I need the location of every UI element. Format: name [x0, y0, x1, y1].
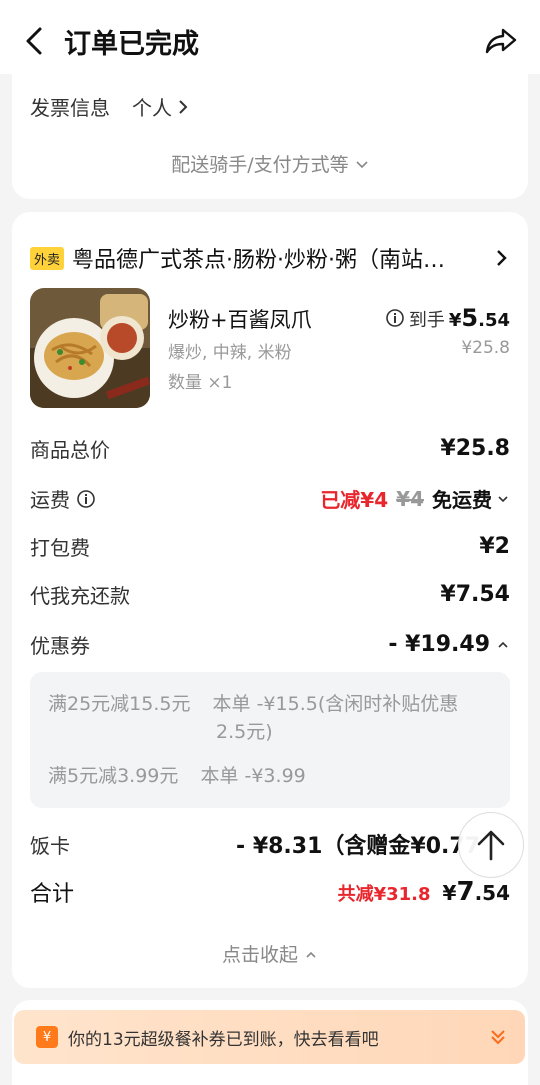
sum-symbol: ¥: [442, 881, 457, 905]
chevron-right-icon: [179, 99, 188, 114]
delivery-discount: 已减¥4: [320, 488, 389, 512]
invoice-card: 发票信息 个人 配送骑手/支付方式等: [12, 60, 528, 199]
sum-decimal: .54: [474, 881, 510, 905]
row-meal-card: 饭卡 - ¥8.31（含赠金¥0.77: [30, 828, 510, 860]
arrow-up-icon: [477, 830, 505, 861]
row-delivery: 运费 已减¥4 ¥4 免运费: [30, 484, 510, 513]
packing-label: 打包费: [30, 536, 90, 560]
price-decimal: .54: [478, 310, 510, 331]
store-name: 粤品德广式茶点·肠粉·炒粉·粥（南站…: [72, 248, 445, 273]
sum-value-group: 共减¥31.8 ¥ 7 .54: [338, 877, 510, 907]
item-quantity: 数量 ×1: [168, 373, 233, 393]
sum-saved: 共减¥31.8: [337, 884, 431, 905]
more-info-label: 配送骑手/支付方式等: [171, 154, 349, 176]
meal-card-value: - ¥8.31（含赠金¥0.77: [236, 834, 480, 859]
row-repay: 代我充还款 ¥7.54: [30, 580, 510, 609]
packing-value: ¥2: [479, 534, 510, 559]
coupon-detail: 本单 -¥3.99: [200, 765, 306, 787]
share-icon[interactable]: [484, 24, 518, 58]
coupon-detail: 本单 -¥15.5(含闲时补贴优惠: [212, 693, 459, 715]
row-packing: 打包费 ¥2: [30, 532, 510, 561]
coupon-name: 满25元减15.5元: [48, 693, 191, 715]
coupon-value-group: - ¥19.49: [388, 632, 510, 657]
total-value: ¥25.8: [440, 436, 510, 461]
coupon-detail-cont: 2.5元): [216, 721, 273, 743]
banner-text: 你的13元超级餐补券已到账，快去看看吧: [68, 1029, 379, 1050]
scroll-to-top-button[interactable]: [458, 812, 524, 878]
info-icon[interactable]: [385, 308, 405, 328]
coupon-line-2: 满5元减3.99元 本单 -¥3.99: [48, 762, 306, 790]
item-name: 炒粉+百酱凤爪: [168, 308, 312, 332]
chevron-right-icon: [497, 250, 507, 266]
item-original-price: ¥25.8: [461, 338, 510, 358]
coupon-line-1: 满25元减15.5元 本单 -¥15.5(含闲时补贴优惠: [48, 690, 458, 718]
delivery-free: 免运费: [432, 488, 492, 512]
info-icon[interactable]: [76, 489, 96, 509]
coupon-value: - ¥19.49: [388, 632, 490, 657]
invoice-label: 发票信息: [30, 96, 110, 120]
invoice-value-text: 个人: [132, 96, 172, 120]
repay-value: ¥7.54: [440, 582, 510, 607]
chevron-up-icon: [306, 951, 316, 958]
row-coupon[interactable]: 优惠券 - ¥19.49: [30, 630, 510, 659]
collapse-toggle[interactable]: 点击收起: [12, 940, 528, 967]
sum-label: 合计: [30, 882, 75, 907]
coupon-detail-box: 满25元减15.5元 本单 -¥15.5(含闲时补贴优惠 2.5元) 满5元减3…: [30, 672, 510, 808]
price-symbol: ¥: [448, 310, 462, 331]
meal-card-label: 饭卡: [30, 833, 70, 858]
meal-subsidy-banner[interactable]: ¥ 你的13元超级餐补券已到账，快去看看吧: [14, 1010, 525, 1064]
takeout-tag: 外卖: [30, 246, 65, 270]
row-total: 商品总价 ¥25.8: [30, 434, 510, 463]
row-sum: 合计 共减¥31.8 ¥ 7 .54: [30, 876, 510, 908]
store-link[interactable]: 外卖 粤品德广式茶点·肠粉·炒粉·粥（南站…: [30, 242, 510, 274]
delivery-value[interactable]: 已减¥4 ¥4 免运费: [320, 484, 510, 513]
price-integer: 5: [461, 304, 479, 332]
delivery-label: 运费: [30, 488, 70, 512]
repay-label: 代我充还款: [30, 584, 130, 608]
delivery-label-group: 运费: [30, 484, 96, 513]
order-card: 外卖 粤品德广式茶点·肠粉·炒粉·粥（南站… 炒粉+百酱凤爪 爆炒, 中辣, 米…: [12, 212, 528, 988]
price-prefix: 到手: [408, 310, 445, 331]
coupon-icon: ¥: [36, 1026, 58, 1048]
invoice-value[interactable]: 个人: [132, 92, 190, 121]
chevron-down-icon: [498, 495, 508, 502]
collapse-label: 点击收起: [221, 944, 298, 966]
more-info-toggle[interactable]: 配送骑手/支付方式等: [12, 150, 528, 177]
page-title: 订单已完成: [64, 29, 199, 60]
sum-integer: 7: [456, 877, 475, 907]
back-icon[interactable]: [20, 24, 48, 58]
total-label: 商品总价: [30, 438, 110, 462]
item-thumbnail[interactable]: [30, 288, 150, 408]
coupon-label: 优惠券: [30, 634, 90, 658]
delivery-original: ¥4: [396, 486, 424, 511]
double-chevron-down-icon: [491, 1030, 505, 1045]
chevron-up-icon: [498, 641, 508, 648]
item-final-price: 到手 ¥ 5 .54: [385, 304, 510, 332]
coupon-name: 满5元减3.99元: [48, 765, 179, 787]
item-spec: 爆炒, 中辣, 米粉: [168, 343, 292, 363]
chevron-down-icon: [356, 161, 368, 169]
